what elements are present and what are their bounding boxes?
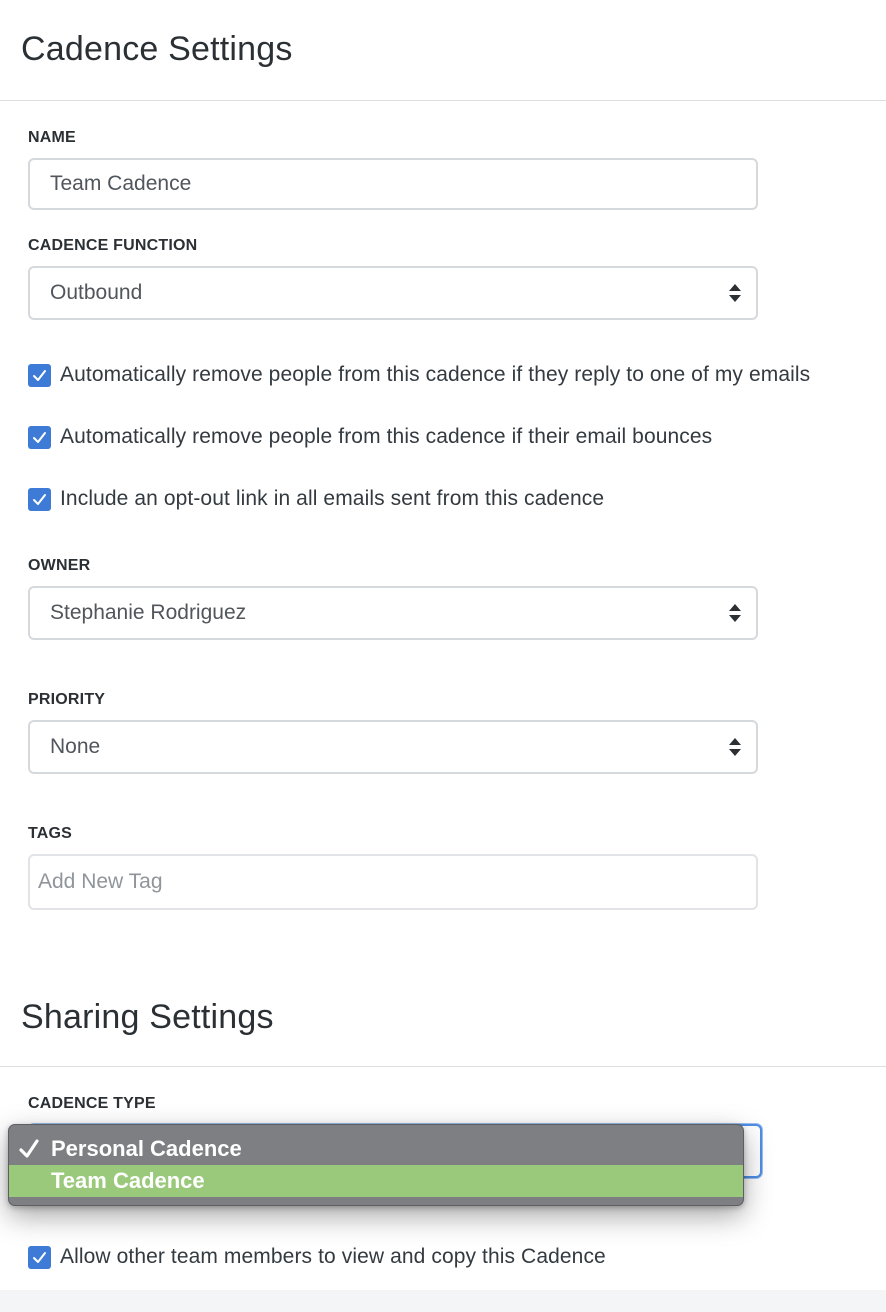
allow-copy-checkbox-row[interactable]: Allow other team members to view and cop… xyxy=(28,1245,606,1269)
owner-label: OWNER xyxy=(28,557,91,574)
option-team-cadence-label: Team Cadence xyxy=(51,1168,205,1193)
name-input[interactable]: Team Cadence xyxy=(28,158,758,210)
up-down-arrows-icon xyxy=(729,284,741,302)
checkmark-icon xyxy=(33,431,46,443)
allow-copy-label: Allow other team members to view and cop… xyxy=(60,1245,606,1268)
opt-out-link-checkbox-row[interactable]: Include an opt-out link in all emails se… xyxy=(28,487,604,511)
cadence-function-select[interactable]: Outbound xyxy=(28,266,758,320)
priority-label: PRIORITY xyxy=(28,691,106,708)
auto-remove-reply-label: Automatically remove people from this ca… xyxy=(60,363,811,386)
section-divider xyxy=(0,1066,886,1067)
footer-strip xyxy=(0,1290,886,1312)
option-personal-cadence-label: Personal Cadence xyxy=(51,1136,242,1161)
cadence-type-label: CADENCE TYPE xyxy=(28,1095,156,1112)
auto-remove-bounce-checkbox[interactable] xyxy=(28,425,51,449)
auto-remove-reply-checkbox-row[interactable]: Automatically remove people from this ca… xyxy=(28,363,810,387)
add-tag-input[interactable] xyxy=(38,856,738,908)
section-divider xyxy=(0,100,886,101)
priority-select[interactable]: None xyxy=(28,720,758,774)
option-personal-cadence[interactable]: Personal Cadence xyxy=(9,1133,743,1165)
opt-out-link-checkbox[interactable] xyxy=(28,487,51,511)
name-label: NAME xyxy=(28,129,76,146)
up-down-arrows-icon xyxy=(729,738,741,756)
cadence-settings-title: Cadence Settings xyxy=(21,30,293,68)
settings-page: Cadence Settings NAME Team Cadence CADEN… xyxy=(0,0,886,1312)
name-input-value: Team Cadence xyxy=(50,172,192,195)
priority-value: None xyxy=(50,735,101,758)
auto-remove-bounce-label: Automatically remove people from this ca… xyxy=(60,425,713,448)
checkmark-icon xyxy=(33,1251,46,1263)
allow-copy-checkbox[interactable] xyxy=(28,1245,51,1269)
option-team-cadence[interactable]: Team Cadence xyxy=(9,1165,743,1197)
checkmark-icon xyxy=(33,493,46,505)
tags-field[interactable] xyxy=(28,854,758,910)
opt-out-link-label: Include an opt-out link in all emails se… xyxy=(60,487,605,510)
sharing-settings-title: Sharing Settings xyxy=(21,998,274,1036)
auto-remove-reply-checkbox[interactable] xyxy=(28,363,51,387)
tags-label: TAGS xyxy=(28,825,73,842)
checkmark-icon xyxy=(33,369,46,381)
owner-select[interactable]: Stephanie Rodriguez xyxy=(28,586,758,640)
auto-remove-bounce-checkbox-row[interactable]: Automatically remove people from this ca… xyxy=(28,425,712,449)
cadence-function-value: Outbound xyxy=(50,281,143,304)
cadence-type-dropdown-menu: Personal Cadence Team Cadence xyxy=(8,1124,744,1206)
checkmark-icon xyxy=(19,1139,39,1158)
cadence-function-label: CADENCE FUNCTION xyxy=(28,237,198,254)
owner-value: Stephanie Rodriguez xyxy=(50,601,247,624)
up-down-arrows-icon xyxy=(729,604,741,622)
